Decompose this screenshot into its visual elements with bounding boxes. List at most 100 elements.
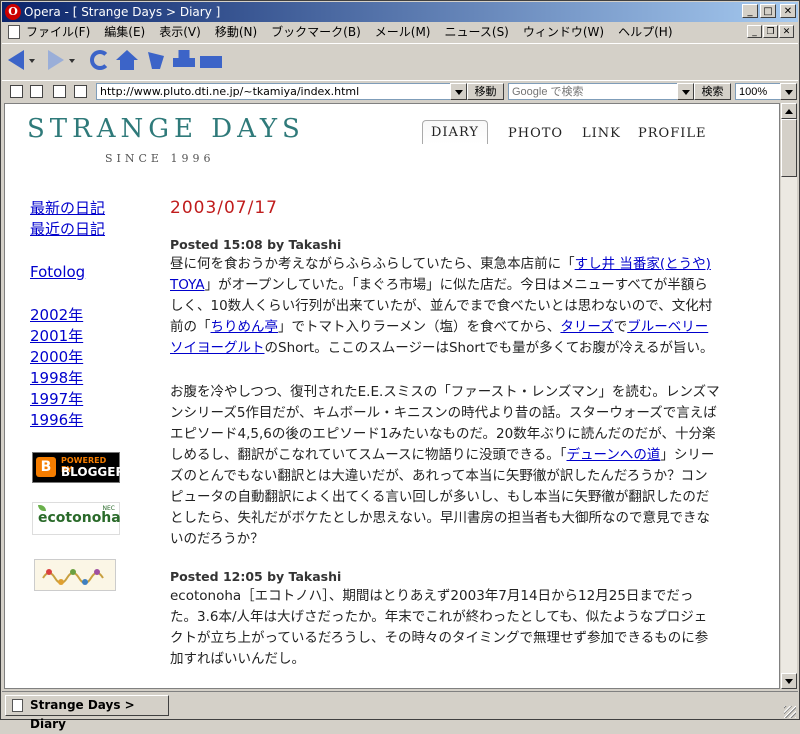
post-paragraph: ecotonoha［エコトノハ］、期間はとりあえず2003年7月14日から12月… [170, 586, 720, 670]
post-text: 昼に何を食おうか考えながらふらふらしていたら、東急本店前に「 [170, 256, 575, 272]
window-tab[interactable]: Strange Days > Diary [5, 695, 169, 731]
scroll-thumb[interactable] [781, 119, 797, 177]
nav-tab-link[interactable]: LINK [582, 126, 621, 141]
sidebar-link-latest[interactable]: 最新の日記 [30, 198, 105, 219]
sidebar-link-year[interactable]: 1998年 [30, 368, 105, 389]
ecotonoha-badge[interactable]: ecotonoha NEC [32, 502, 121, 535]
menu-window[interactable]: ウィンドウ(W) [523, 22, 604, 42]
printer-icon [173, 50, 195, 67]
site-logo[interactable]: STRANGE DAYS [27, 114, 305, 144]
sidebar-link-year[interactable]: 2001年 [30, 326, 105, 347]
go-button[interactable]: 移動 [467, 83, 504, 100]
post-paragraph: 昼に何を食おうか考えながらふらふらしていたら、東急本店前に「すし井 当番家(とう… [170, 254, 720, 359]
vertical-scrollbar[interactable] [780, 103, 797, 689]
hotlist-icon [148, 52, 164, 69]
blogger-badge-main: BLOGGER [61, 465, 125, 479]
menu-help[interactable]: ヘルプ(H) [618, 22, 672, 42]
post-paragraph: お腹を冷やしつつ、復刊されたE.E.スミスの「ファースト・レンズマン」を読む。レ… [170, 382, 720, 550]
home-button[interactable] [116, 50, 138, 70]
menu-mail[interactable]: メール(M) [375, 22, 431, 42]
menu-news[interactable]: ニュース(S) [444, 22, 508, 42]
nav-tab-photo[interactable]: PHOTO [508, 126, 563, 141]
post-text: で [613, 319, 628, 335]
reload-button[interactable] [90, 50, 110, 70]
post-text: 」でトマト入りラーメン（塩）を食べてから、 [278, 319, 561, 335]
back-arrow-icon [8, 50, 24, 70]
address-dropdown-button[interactable] [450, 83, 467, 100]
menu-edit[interactable]: 編集(E) [104, 22, 145, 42]
sidebar-link-year[interactable]: 2000年 [30, 347, 105, 368]
sidebar-link-year[interactable]: 1996年 [30, 410, 105, 431]
back-button[interactable] [8, 50, 24, 70]
mdi-close-button[interactable]: ✕ [779, 25, 794, 38]
nav-tab-profile[interactable]: PROFILE [638, 126, 706, 141]
mdi-restore-button[interactable]: ❐ [763, 25, 778, 38]
opera-logo-icon: O [5, 4, 21, 20]
mail-icon [200, 56, 222, 68]
document-icon [8, 25, 20, 39]
sidebar-link-year[interactable]: 1997年 [30, 389, 105, 410]
wave-banner[interactable] [34, 559, 116, 591]
wave-banner-graphic [42, 569, 104, 585]
navigation-toolbar [2, 43, 798, 81]
sidebar-link-recent[interactable]: 最近の日記 [30, 219, 105, 240]
window-title: Opera - [ Strange Days > Diary ] [24, 5, 221, 19]
menu-file[interactable]: ファイル(F) [26, 22, 90, 42]
menu-view[interactable]: 表示(V) [159, 22, 201, 42]
page-viewport: STRANGE DAYS SINCE 1996 DIARY PHOTO LINK… [4, 103, 780, 689]
post-text: のShort。ここのスムージーはShortでも量が多くてお腹が冷えるが旨い。 [264, 340, 714, 356]
close-button[interactable]: ✕ [780, 4, 796, 18]
post-text: ecotonoha［エコトノハ］、期間はとりあえず2003年7月14日から12月… [170, 588, 709, 667]
blogger-icon: B [36, 457, 56, 477]
sidebar-link-fotolog[interactable]: Fotolog [30, 262, 105, 283]
print-button[interactable] [173, 50, 195, 70]
search-input[interactable] [508, 83, 678, 100]
ecotonoha-badge-main: ecotonoha [38, 510, 121, 526]
browser-window: O Opera - [ Strange Days > Diary ] _ □ ✕… [0, 0, 800, 731]
search-engine-dropdown[interactable] [677, 83, 694, 100]
hotlist-button[interactable] [146, 50, 166, 70]
forward-button[interactable] [48, 50, 64, 70]
ecotonoha-badge-sub: NEC [102, 505, 115, 512]
post-link-chirimentei[interactable]: ちりめん亭 [211, 319, 279, 335]
post-header: Posted 12:05 by Takashi [170, 569, 342, 584]
title-bar: O Opera - [ Strange Days > Diary ] _ □ ✕ [2, 2, 798, 22]
zoom-dropdown[interactable] [780, 83, 797, 100]
post-date: 2003/07/17 [170, 198, 278, 218]
diary-main: 2003/07/17 Posted 15:08 by Takashi 昼に何を食… [170, 198, 720, 670]
menu-navigate[interactable]: 移動(N) [215, 22, 257, 42]
maximize-button[interactable]: □ [760, 4, 776, 18]
post-link-tullys[interactable]: タリーズ [560, 319, 613, 335]
address-input[interactable] [96, 83, 452, 100]
resize-grip[interactable] [784, 706, 796, 718]
post-link-dune[interactable]: デューンへの道 [567, 447, 661, 463]
forward-arrow-icon [48, 50, 64, 70]
site-logo-subtitle: SINCE 1996 [105, 152, 215, 165]
menu-bar: ファイル(F) 編集(E) 表示(V) 移動(N) ブックマーク(B) メール(… [2, 22, 798, 42]
sidebar-link-year[interactable]: 2002年 [30, 305, 105, 326]
menu-bookmarks[interactable]: ブックマーク(B) [271, 22, 361, 42]
page-icon[interactable] [53, 85, 66, 98]
status-bar: Strange Days > Diary [2, 691, 798, 731]
window-tab-label: Strange Days > Diary [30, 698, 135, 731]
home-icon [116, 50, 138, 70]
address-toolbar: 移動 検索 [2, 80, 798, 103]
back-history-dropdown[interactable] [29, 59, 35, 63]
minimize-button[interactable]: _ [742, 4, 758, 18]
nav-tab-diary[interactable]: DIARY [422, 120, 488, 144]
secure-page-icon[interactable] [74, 85, 87, 98]
zoom-input[interactable] [735, 83, 781, 100]
tab-document-icon [12, 699, 23, 712]
forward-history-dropdown[interactable] [69, 59, 75, 63]
lock-icon[interactable] [10, 85, 23, 98]
post-header: Posted 15:08 by Takashi [170, 237, 342, 252]
blogger-badge[interactable]: B POWERED BY BLOGGER [32, 452, 125, 483]
mdi-minimize-button[interactable]: _ [747, 25, 762, 38]
search-button[interactable]: 検索 [694, 83, 731, 100]
sidebar: 最新の日記 最近の日記 Fotolog 2002年 2001年 2000年 19… [30, 198, 105, 431]
cookie-icon[interactable] [30, 85, 43, 98]
scroll-down-button[interactable] [781, 673, 797, 689]
mail-button[interactable] [200, 50, 222, 70]
scroll-up-button[interactable] [781, 103, 797, 119]
reload-icon [90, 50, 110, 70]
